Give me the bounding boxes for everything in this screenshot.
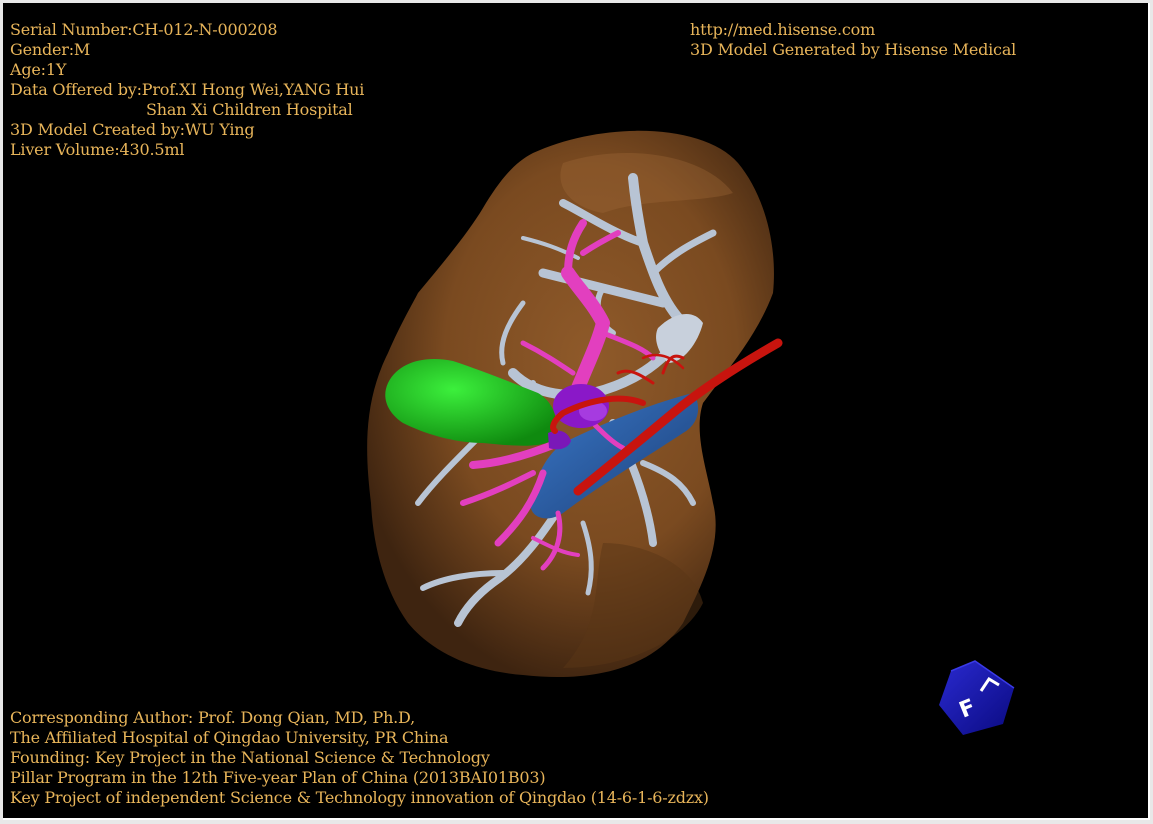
generated-by: 3D Model Generated by Hisense Medical — [690, 40, 1017, 59]
corresponding-author: Corresponding Author: Prof. Dong Qian, M… — [10, 708, 416, 727]
affiliated-hospital: The Affiliated Hospital of Qingdao Unive… — [10, 728, 449, 747]
model-created-by: 3D Model Created by:WU Ying — [10, 120, 255, 139]
patient-info-panel: Serial Number:CH-012-N-000208 Gender:M A… — [10, 20, 364, 160]
orientation-cube[interactable]: F — [939, 660, 1015, 735]
orientation-cube-face — [939, 661, 1014, 735]
vendor-info-panel: http://med.hisense.com 3D Model Generate… — [690, 20, 1016, 60]
serial-number: Serial Number:CH-012-N-000208 — [10, 20, 278, 39]
credits-panel: Corresponding Author: Prof. Dong Qian, M… — [10, 708, 709, 808]
funding-line-1: Founding: Key Project in the National Sc… — [10, 748, 490, 767]
3d-viewport[interactable]: F Serial Number:CH-012-N-000208 Gender:M… — [3, 3, 1150, 820]
age: Age:1Y — [10, 60, 67, 79]
vendor-url: http://med.hisense.com — [690, 20, 876, 39]
data-offered-by: Data Offered by:Prof.XI Hong Wei,YANG Hu… — [10, 80, 365, 99]
gender: Gender:M — [10, 40, 91, 59]
liver-volume: Liver Volume:430.5ml — [10, 140, 185, 159]
funding-line-2: Pillar Program in the 12th Five-year Pla… — [10, 768, 546, 787]
hospital-name: Shan Xi Children Hospital — [146, 100, 353, 119]
funding-line-3: Key Project of independent Science & Tec… — [10, 788, 709, 807]
